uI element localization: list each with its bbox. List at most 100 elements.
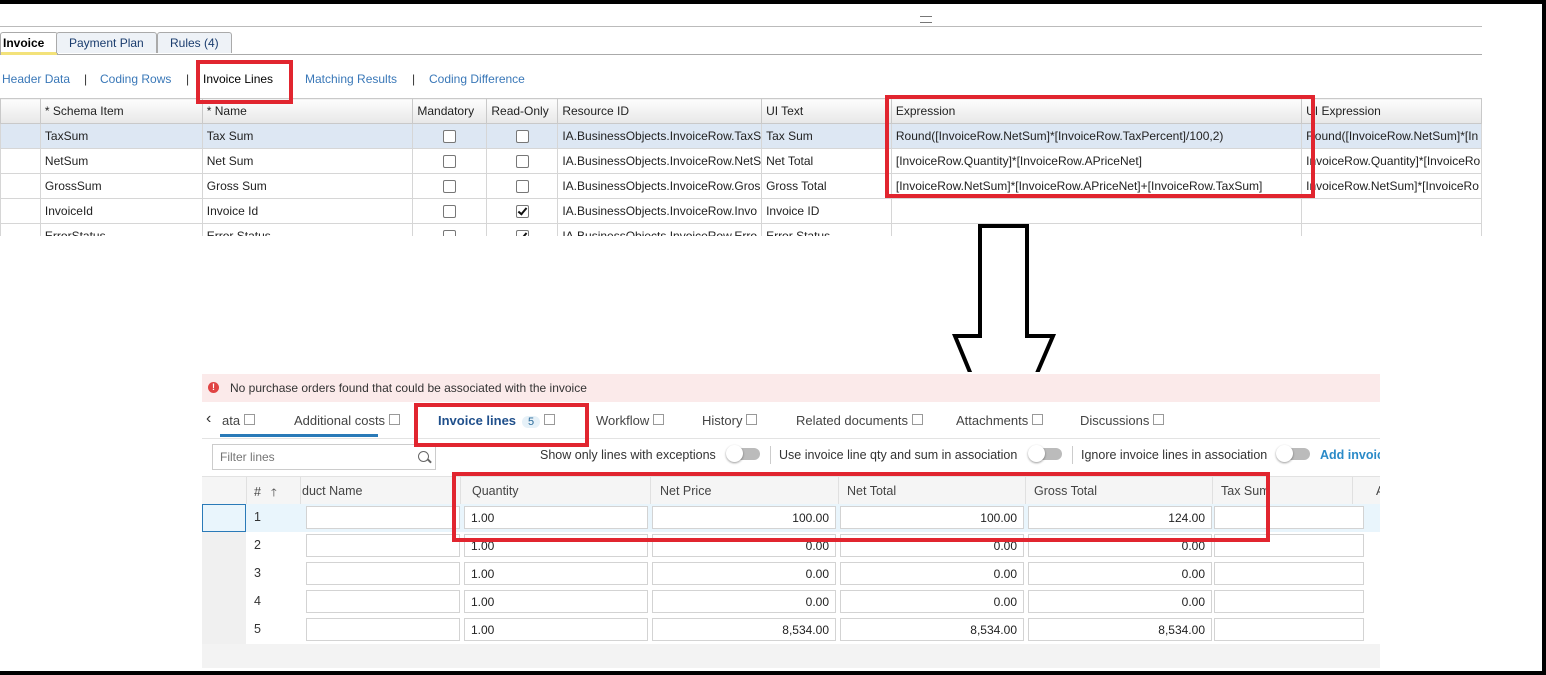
tab-history[interactable]: History	[702, 413, 758, 428]
add-invoice-line-link[interactable]: Add invoic	[1320, 448, 1380, 462]
mandatory-checkbox[interactable]	[443, 180, 457, 194]
resource-id-cell[interactable]: IA.BusinessObjects.InvoiceRow.TaxS	[557, 123, 763, 149]
row-selector[interactable]	[202, 532, 246, 560]
net-total-cell[interactable]: 0.00	[840, 562, 1024, 585]
mandatory-checkbox[interactable]	[443, 130, 457, 144]
subnav-header-data[interactable]: Header Data	[2, 72, 70, 86]
quantity-cell[interactable]: 1.00	[464, 618, 648, 641]
read-only-checkbox[interactable]	[515, 230, 529, 236]
ui-expression-cell[interactable]: InvoiceRow.Quantity]*[InvoiceRo	[1301, 148, 1482, 174]
name-cell[interactable]: Invoice Id	[201, 198, 414, 224]
highlight-box-invoice-lines	[196, 60, 293, 104]
column-header-read-only[interactable]: Read-Only	[486, 98, 559, 124]
product-name-cell[interactable]	[306, 618, 460, 641]
tax-sum-cell[interactable]	[1214, 590, 1364, 613]
schema-item-cell[interactable]: TaxSum	[39, 123, 203, 149]
name-cell[interactable]: Gross Sum	[201, 173, 414, 199]
product-name-cell[interactable]	[306, 590, 460, 613]
tab-data[interactable]: ata	[222, 413, 256, 428]
column-header-resource-id[interactable]: Resource ID	[557, 98, 763, 124]
tax-sum-cell[interactable]	[1214, 618, 1364, 641]
quantity-cell[interactable]: 1.00	[464, 562, 648, 585]
gross-total-cell[interactable]: 8,534.00	[1028, 618, 1212, 641]
read-only-checkbox[interactable]	[515, 180, 529, 194]
tab-workflow[interactable]: Workflow	[596, 413, 665, 428]
mandatory-checkbox[interactable]	[443, 230, 457, 236]
mandatory-checkbox[interactable]	[443, 205, 457, 219]
toggle-ignore-lines[interactable]	[1276, 445, 1310, 462]
ui-expression-cell[interactable]: InvoiceRow.NetSum]*[InvoiceRo	[1301, 173, 1482, 199]
tab-additional-costs[interactable]: Additional costs	[294, 413, 401, 428]
schema-item-cell[interactable]: InvoiceId	[39, 198, 203, 224]
net-price-cell[interactable]: 0.00	[652, 562, 836, 585]
net-total-cell[interactable]: 0.00	[840, 590, 1024, 613]
tab-discussions[interactable]: Discussions	[1080, 413, 1165, 428]
resource-id-cell[interactable]: IA.BusinessObjects.InvoiceRow.Erro	[557, 223, 763, 236]
net-price-cell[interactable]: 0.00	[652, 590, 836, 613]
tab-related-documents[interactable]: Related documents	[796, 413, 924, 428]
ui-expression-cell[interactable]	[1301, 198, 1482, 224]
row-selector[interactable]	[202, 560, 246, 588]
ui-text-cell[interactable]: Invoice ID	[761, 198, 892, 224]
tab-rules[interactable]: Rules (4)	[157, 32, 232, 53]
row-selector[interactable]	[202, 616, 246, 644]
external-link-icon	[653, 414, 665, 425]
ui-text-cell[interactable]: Error Status	[761, 223, 892, 236]
product-name-cell[interactable]	[306, 534, 460, 557]
mandatory-checkbox[interactable]	[443, 155, 457, 169]
table-row[interactable]: InvoiceId Invoice Id IA.BusinessObjects.…	[0, 198, 1482, 224]
net-price-cell[interactable]: 8,534.00	[652, 618, 836, 641]
name-cell[interactable]: Net Sum	[201, 148, 414, 174]
chevron-left-icon[interactable]: ‹	[206, 410, 211, 428]
schema-item-cell[interactable]: ErrorStatus	[39, 223, 203, 236]
column-header-number[interactable]: # 🡑	[254, 484, 277, 503]
subnav-coding-rows[interactable]: Coding Rows	[100, 72, 171, 86]
product-name-cell[interactable]	[306, 562, 460, 585]
read-only-checkbox[interactable]	[515, 205, 529, 219]
ui-expression-cell[interactable]: Round([InvoiceRow.NetSum]*[In	[1301, 123, 1482, 149]
column-header-product-name[interactable]: duct Name	[302, 484, 362, 498]
toggle-use-qty-sum[interactable]	[1028, 445, 1062, 462]
tab-attachments[interactable]: Attachments	[956, 413, 1044, 428]
table-row[interactable]: 5 1.00 8,534.00 8,534.00 8,534.00	[202, 616, 1380, 644]
table-row[interactable]: 3 1.00 0.00 0.00 0.00	[202, 560, 1380, 588]
table-row[interactable]: ErrorStatus Error Status IA.BusinessObje…	[0, 223, 1482, 236]
column-header-schema-item[interactable]: * Schema Item	[39, 98, 203, 124]
gross-total-cell[interactable]: 0.00	[1028, 590, 1212, 613]
product-name-cell[interactable]	[306, 506, 460, 529]
column-header-mandatory[interactable]: Mandatory	[412, 98, 488, 124]
tab-payment-plan[interactable]: Payment Plan	[56, 32, 157, 53]
row-selector[interactable]	[202, 588, 246, 616]
net-total-cell[interactable]: 8,534.00	[840, 618, 1024, 641]
row-selector[interactable]	[202, 504, 246, 532]
panel-splitter[interactable]	[0, 8, 1482, 27]
toggle-exceptions[interactable]	[726, 445, 760, 462]
table-row[interactable]: 4 1.00 0.00 0.00 0.00	[202, 588, 1380, 616]
schema-item-cell[interactable]: GrossSum	[39, 173, 203, 199]
filter-lines-field[interactable]	[212, 444, 436, 470]
column-header-ui-expression[interactable]: UI Expression	[1301, 98, 1482, 124]
quantity-cell[interactable]: 1.00	[464, 590, 648, 613]
subnav-coding-difference[interactable]: Coding Difference	[429, 72, 525, 86]
read-only-checkbox[interactable]	[515, 130, 529, 144]
gross-total-cell[interactable]: 0.00	[1028, 562, 1212, 585]
ui-text-cell[interactable]: Net Total	[761, 148, 892, 174]
ui-text-cell[interactable]: Tax Sum	[761, 123, 892, 149]
column-header-ui-text[interactable]: UI Text	[761, 98, 892, 124]
resource-id-cell[interactable]: IA.BusinessObjects.InvoiceRow.Invo	[557, 198, 763, 224]
ui-text-cell[interactable]: Gross Total	[761, 173, 892, 199]
schema-item-cell[interactable]: NetSum	[39, 148, 203, 174]
subnav-matching-results[interactable]: Matching Results	[305, 72, 397, 86]
tab-invoice[interactable]: Invoice	[0, 32, 58, 55]
name-cell[interactable]: Tax Sum	[201, 123, 414, 149]
column-header-more[interactable]: A	[1376, 484, 1380, 498]
resource-id-cell[interactable]: IA.BusinessObjects.InvoiceRow.Gros	[557, 173, 763, 199]
expression-cell[interactable]	[890, 198, 1303, 224]
read-only-checkbox[interactable]	[515, 155, 529, 169]
tax-sum-cell[interactable]	[1214, 562, 1364, 585]
resource-id-cell[interactable]: IA.BusinessObjects.InvoiceRow.NetS	[557, 148, 763, 174]
name-cell[interactable]: Error Status	[201, 223, 414, 236]
ui-expression-cell[interactable]	[1301, 223, 1482, 236]
search-icon[interactable]	[418, 451, 429, 462]
filter-input[interactable]	[218, 449, 402, 465]
